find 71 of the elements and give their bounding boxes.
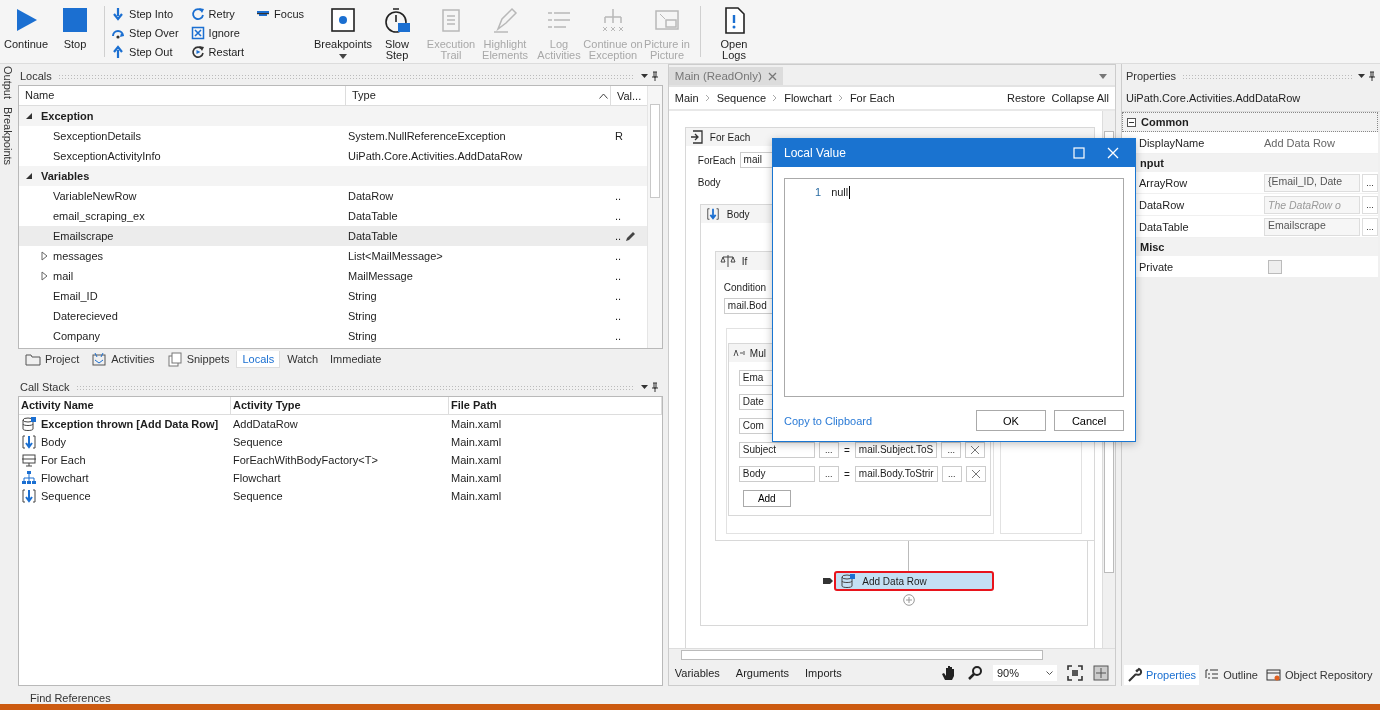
table-cell-text: DataRow (346, 190, 395, 202)
table-cell: SexceptionActivityInfo (52, 150, 161, 162)
table-cell-text: Main.xaml (449, 454, 503, 466)
table-cell: .. (614, 270, 622, 282)
group-header: Exception (40, 110, 94, 122)
table-cell-text: DataTable (346, 210, 399, 222)
dialog-title: Local Value (784, 146, 846, 160)
table-cell-text: String (346, 310, 378, 322)
category-header: Misc (1140, 241, 1165, 253)
table-cell: For Each (40, 454, 86, 466)
property-name: Private (1138, 260, 1175, 273)
property-name: DisplayName (1138, 136, 1206, 149)
table-cell: Company (52, 330, 101, 342)
table-cell: Emailscrape (52, 230, 114, 242)
table-cell-text: Sequence (231, 490, 284, 502)
table-cell-text: MailMessage (346, 270, 414, 282)
field-label: Body (697, 177, 721, 188)
table-cell-text: Flowchart (231, 472, 282, 484)
table-cell: Body (40, 436, 67, 448)
category-header: Common (1141, 116, 1189, 128)
table-cell: Flowchart (40, 472, 89, 484)
field-label: ForEach (697, 154, 736, 166)
category-header: nput (1140, 157, 1164, 169)
table-cell: .. (614, 310, 622, 322)
table-cell: .. (614, 190, 622, 202)
property-name: DataTable (1138, 220, 1190, 233)
table-cell-text: Main.xaml (449, 418, 503, 430)
table-cell-text: String (346, 290, 378, 302)
property-name: DataRow (1138, 198, 1186, 211)
table-cell-text: List<MailMessage> (346, 250, 444, 262)
panel-title: Locals (19, 70, 52, 82)
activity-title: For Each (709, 131, 751, 143)
activity-title: Body (726, 208, 750, 220)
table-cell: Sequence (40, 490, 91, 502)
table-cell-text: System.NullReferenceException (346, 130, 507, 142)
table-cell-text: ForEachWithBodyFactory<T> (231, 454, 379, 466)
table-cell-text: Sequence (231, 436, 284, 448)
table-cell-text: Main.xaml (449, 436, 503, 448)
table-cell: .. (614, 230, 622, 242)
activity-title: Mul (749, 347, 766, 359)
table-cell: Daterecieved (52, 310, 118, 322)
table-cell: .. (614, 250, 622, 262)
table-cell: R (614, 130, 623, 142)
table-cell: Exception thrown [Add Data Row] (40, 418, 219, 430)
table-cell: messages (52, 250, 104, 262)
table-cell: VariableNewRow (52, 190, 137, 202)
table-cell-text: AddDataRow (231, 418, 299, 430)
table-cell-text: Main.xaml (449, 472, 503, 484)
panel-title: Call Stack (19, 381, 70, 393)
table-cell: SexceptionDetails (52, 130, 142, 142)
panel-title: Properties (1126, 70, 1177, 82)
field-label: Condition (723, 282, 767, 293)
equals-sign: = (842, 468, 851, 480)
table-cell-text: Main.xaml (449, 490, 503, 502)
table-cell: .. (614, 330, 622, 342)
table-cell: mail (52, 270, 74, 282)
property-name: ArrayRow (1138, 176, 1189, 189)
activity-title: If (741, 255, 748, 267)
table-cell: email_scraping_ex (52, 210, 145, 222)
table-cell-text: DataTable (346, 230, 399, 242)
table-cell: .. (614, 290, 622, 302)
table-cell-text: UiPath.Core.Activities.AddDataRow (346, 150, 524, 162)
code-text: null (831, 186, 849, 198)
object-type: UiPath.Core.Activities.AddDataRow (1126, 92, 1301, 104)
group-header: Variables (40, 170, 90, 182)
table-cell-text: String (346, 330, 378, 342)
table-cell: Email_ID (52, 290, 98, 302)
table-cell: .. (614, 210, 622, 222)
equals-sign: = (842, 444, 851, 456)
line-number: 1 (815, 186, 822, 198)
activity-title: Add Data Row (862, 575, 927, 587)
